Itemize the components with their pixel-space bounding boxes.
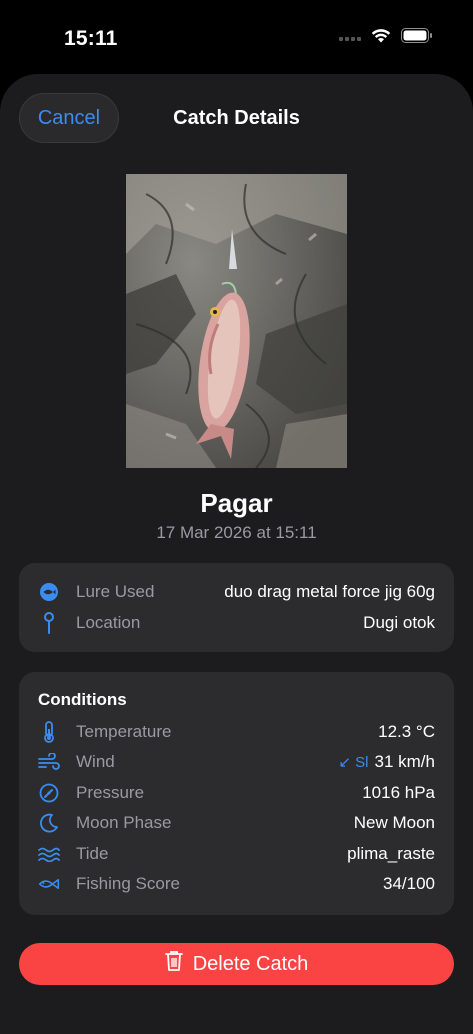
moon-icon	[38, 812, 60, 834]
location-pin-icon	[38, 612, 60, 634]
waves-icon	[38, 843, 60, 865]
moon-label: Moon Phase	[76, 813, 172, 832]
catch-details-sheet: Cancel Catch Details Pagar 17 Mar 2026 a…	[0, 74, 473, 1034]
wind-label: Wind	[76, 752, 115, 771]
status-icons	[339, 28, 433, 48]
location-label: Location	[76, 613, 141, 632]
species-name: Pagar	[200, 488, 273, 518]
conditions-title: Conditions	[38, 690, 127, 709]
location-row: Location Dugi otok	[38, 611, 435, 635]
catch-info-card: Lure Used duo drag metal force jig 60g L…	[19, 563, 454, 652]
location-value: Dugi otok	[363, 613, 435, 632]
tide-label: Tide	[76, 844, 109, 863]
cellular-signal-icon	[339, 29, 361, 47]
conditions-card: Conditions Temperature 12.3 °C Wind ↙ Sl…	[19, 672, 454, 915]
wind-speed: 31 km/h	[374, 752, 435, 771]
battery-icon	[401, 28, 433, 48]
catch-date: 17 Mar 2026 at 15:11	[156, 523, 317, 542]
lure-value: duo drag metal force jig 60g	[224, 582, 435, 601]
wind-row: Wind ↙ Sl 31 km/h	[38, 750, 435, 774]
score-row: Fishing Score 34/100	[38, 872, 435, 896]
delete-catch-label: Delete Catch	[192, 952, 309, 975]
wind-value-group: ↙ Sl 31 km/h	[338, 752, 435, 772]
moon-row: Moon Phase New Moon	[38, 811, 435, 835]
trash-icon	[164, 950, 183, 978]
temperature-value: 12.3 °C	[378, 722, 435, 741]
lure-row: Lure Used duo drag metal force jig 60g	[38, 580, 435, 604]
pressure-row: Pressure 1016 hPa	[38, 781, 435, 805]
score-label: Fishing Score	[76, 874, 180, 893]
status-time: 15:11	[64, 27, 118, 50]
temperature-row: Temperature 12.3 °C	[38, 720, 435, 744]
tide-value: plima_raste	[347, 844, 435, 863]
wifi-icon	[371, 28, 391, 48]
fish-icon	[38, 873, 60, 895]
pressure-label: Pressure	[76, 783, 145, 802]
lure-fish-icon	[38, 581, 60, 603]
score-value: 34/100	[383, 874, 435, 893]
wind-direction: ↙ Sl	[338, 754, 369, 771]
pressure-value: 1016 hPa	[362, 783, 435, 802]
gauge-icon	[38, 782, 60, 804]
temperature-label: Temperature	[76, 722, 172, 741]
moon-value: New Moon	[353, 813, 435, 832]
tide-row: Tide plima_raste	[38, 842, 435, 866]
status-bar: 15:11	[0, 0, 473, 74]
lure-label: Lure Used	[76, 582, 155, 601]
thermometer-icon	[38, 721, 60, 743]
delete-catch-button[interactable]: Delete Catch	[19, 943, 454, 985]
wind-icon	[38, 751, 60, 773]
catch-photo	[126, 174, 347, 468]
page-title: Catch Details	[173, 107, 300, 129]
